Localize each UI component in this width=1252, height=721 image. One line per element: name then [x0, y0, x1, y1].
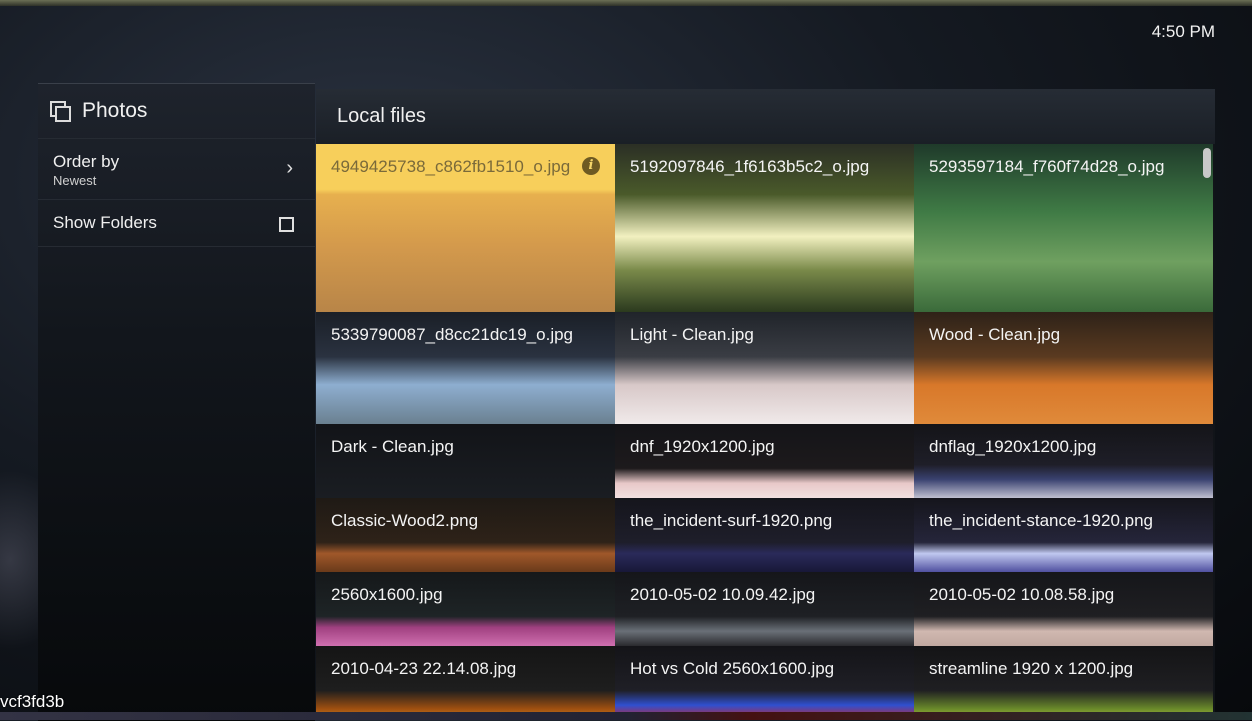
file-tile[interactable]: 4949425738_c862fb1510_o.jpg i: [316, 144, 615, 312]
sidebar-header: Photos: [38, 84, 315, 139]
show-folders-option[interactable]: Show Folders: [38, 200, 315, 247]
sidebar: Photos Order by Newest › Show Folders: [38, 83, 315, 721]
file-name: Classic-Wood2.png: [331, 511, 479, 530]
file-name: Dark - Clean.jpg: [331, 437, 454, 456]
photos-icon: [50, 101, 71, 122]
file-tile[interactable]: the_incident-surf-1920.png: [615, 498, 914, 572]
order-by-option[interactable]: Order by Newest ›: [38, 139, 315, 200]
file-name: 4949425738_c862fb1510_o.jpg: [331, 157, 571, 176]
file-name: the_incident-stance-1920.png: [929, 511, 1153, 530]
file-name: Wood - Clean.jpg: [929, 325, 1061, 344]
file-name: 5339790087_d8cc21dc19_o.jpg: [331, 325, 574, 344]
file-tile[interactable]: Dark - Clean.jpg: [316, 424, 615, 498]
file-name: 5192097846_1f6163b5c2_o.jpg: [630, 157, 870, 176]
file-name: the_incident-surf-1920.png: [630, 511, 833, 530]
file-name: streamline 1920 x 1200.jpg: [929, 659, 1134, 678]
panel-title: Local files: [316, 89, 1215, 144]
file-name: Light - Clean.jpg: [630, 325, 754, 344]
file-tile[interactable]: 5192097846_1f6163b5c2_o.jpg: [615, 144, 914, 312]
file-tile[interactable]: dnf_1920x1200.jpg: [615, 424, 914, 498]
file-tile[interactable]: 2560x1600.jpg: [316, 572, 615, 646]
file-name: 2010-04-23 22.14.08.jpg: [331, 659, 517, 678]
file-tile[interactable]: 2010-05-02 10.08.58.jpg: [914, 572, 1213, 646]
file-tile[interactable]: streamline 1920 x 1200.jpg: [914, 646, 1213, 720]
scrollbar-thumb[interactable]: [1203, 148, 1211, 178]
file-name: dnflag_1920x1200.jpg: [929, 437, 1097, 456]
order-by-value: Newest: [53, 173, 97, 188]
file-tile[interactable]: 2010-05-02 10.09.42.jpg: [615, 572, 914, 646]
file-tile[interactable]: Hot vs Cold 2560x1600.jpg: [615, 646, 914, 720]
info-icon[interactable]: i: [582, 157, 600, 175]
file-name: Hot vs Cold 2560x1600.jpg: [630, 659, 835, 678]
show-folders-label: Show Folders: [53, 213, 157, 232]
files-panel: Local files 4949425738_c862fb1510_o.jpg i…: [316, 89, 1215, 720]
file-name: 2010-05-02 10.09.42.jpg: [630, 585, 816, 604]
bottom-strip: [0, 712, 1252, 720]
file-tile[interactable]: dnflag_1920x1200.jpg: [914, 424, 1213, 498]
file-name: dnf_1920x1200.jpg: [630, 437, 775, 456]
file-name: 2010-05-02 10.08.58.jpg: [929, 585, 1115, 604]
chevron-right-icon: ›: [286, 157, 293, 179]
file-tile[interactable]: 2010-04-23 22.14.08.jpg: [316, 646, 615, 720]
file-tile[interactable]: 5339790087_d8cc21dc19_o.jpg: [316, 312, 615, 424]
file-tile[interactable]: 5293597184_f760f74d28_o.jpg: [914, 144, 1213, 312]
file-name: 2560x1600.jpg: [331, 585, 443, 604]
file-tile[interactable]: Light - Clean.jpg: [615, 312, 914, 424]
show-folders-checkbox[interactable]: [279, 217, 294, 232]
order-by-label: Order by: [53, 152, 120, 171]
watermark-text: vcf3fd3b: [0, 692, 65, 711]
window-title-bar: [0, 0, 1252, 6]
clock: 4:50 PM: [1151, 22, 1215, 41]
sidebar-title: Photos: [82, 99, 148, 122]
file-tile[interactable]: the_incident-stance-1920.png: [914, 498, 1213, 572]
file-tile[interactable]: Classic-Wood2.png: [316, 498, 615, 572]
file-name: 5293597184_f760f74d28_o.jpg: [929, 157, 1165, 176]
file-tile[interactable]: Wood - Clean.jpg: [914, 312, 1213, 424]
